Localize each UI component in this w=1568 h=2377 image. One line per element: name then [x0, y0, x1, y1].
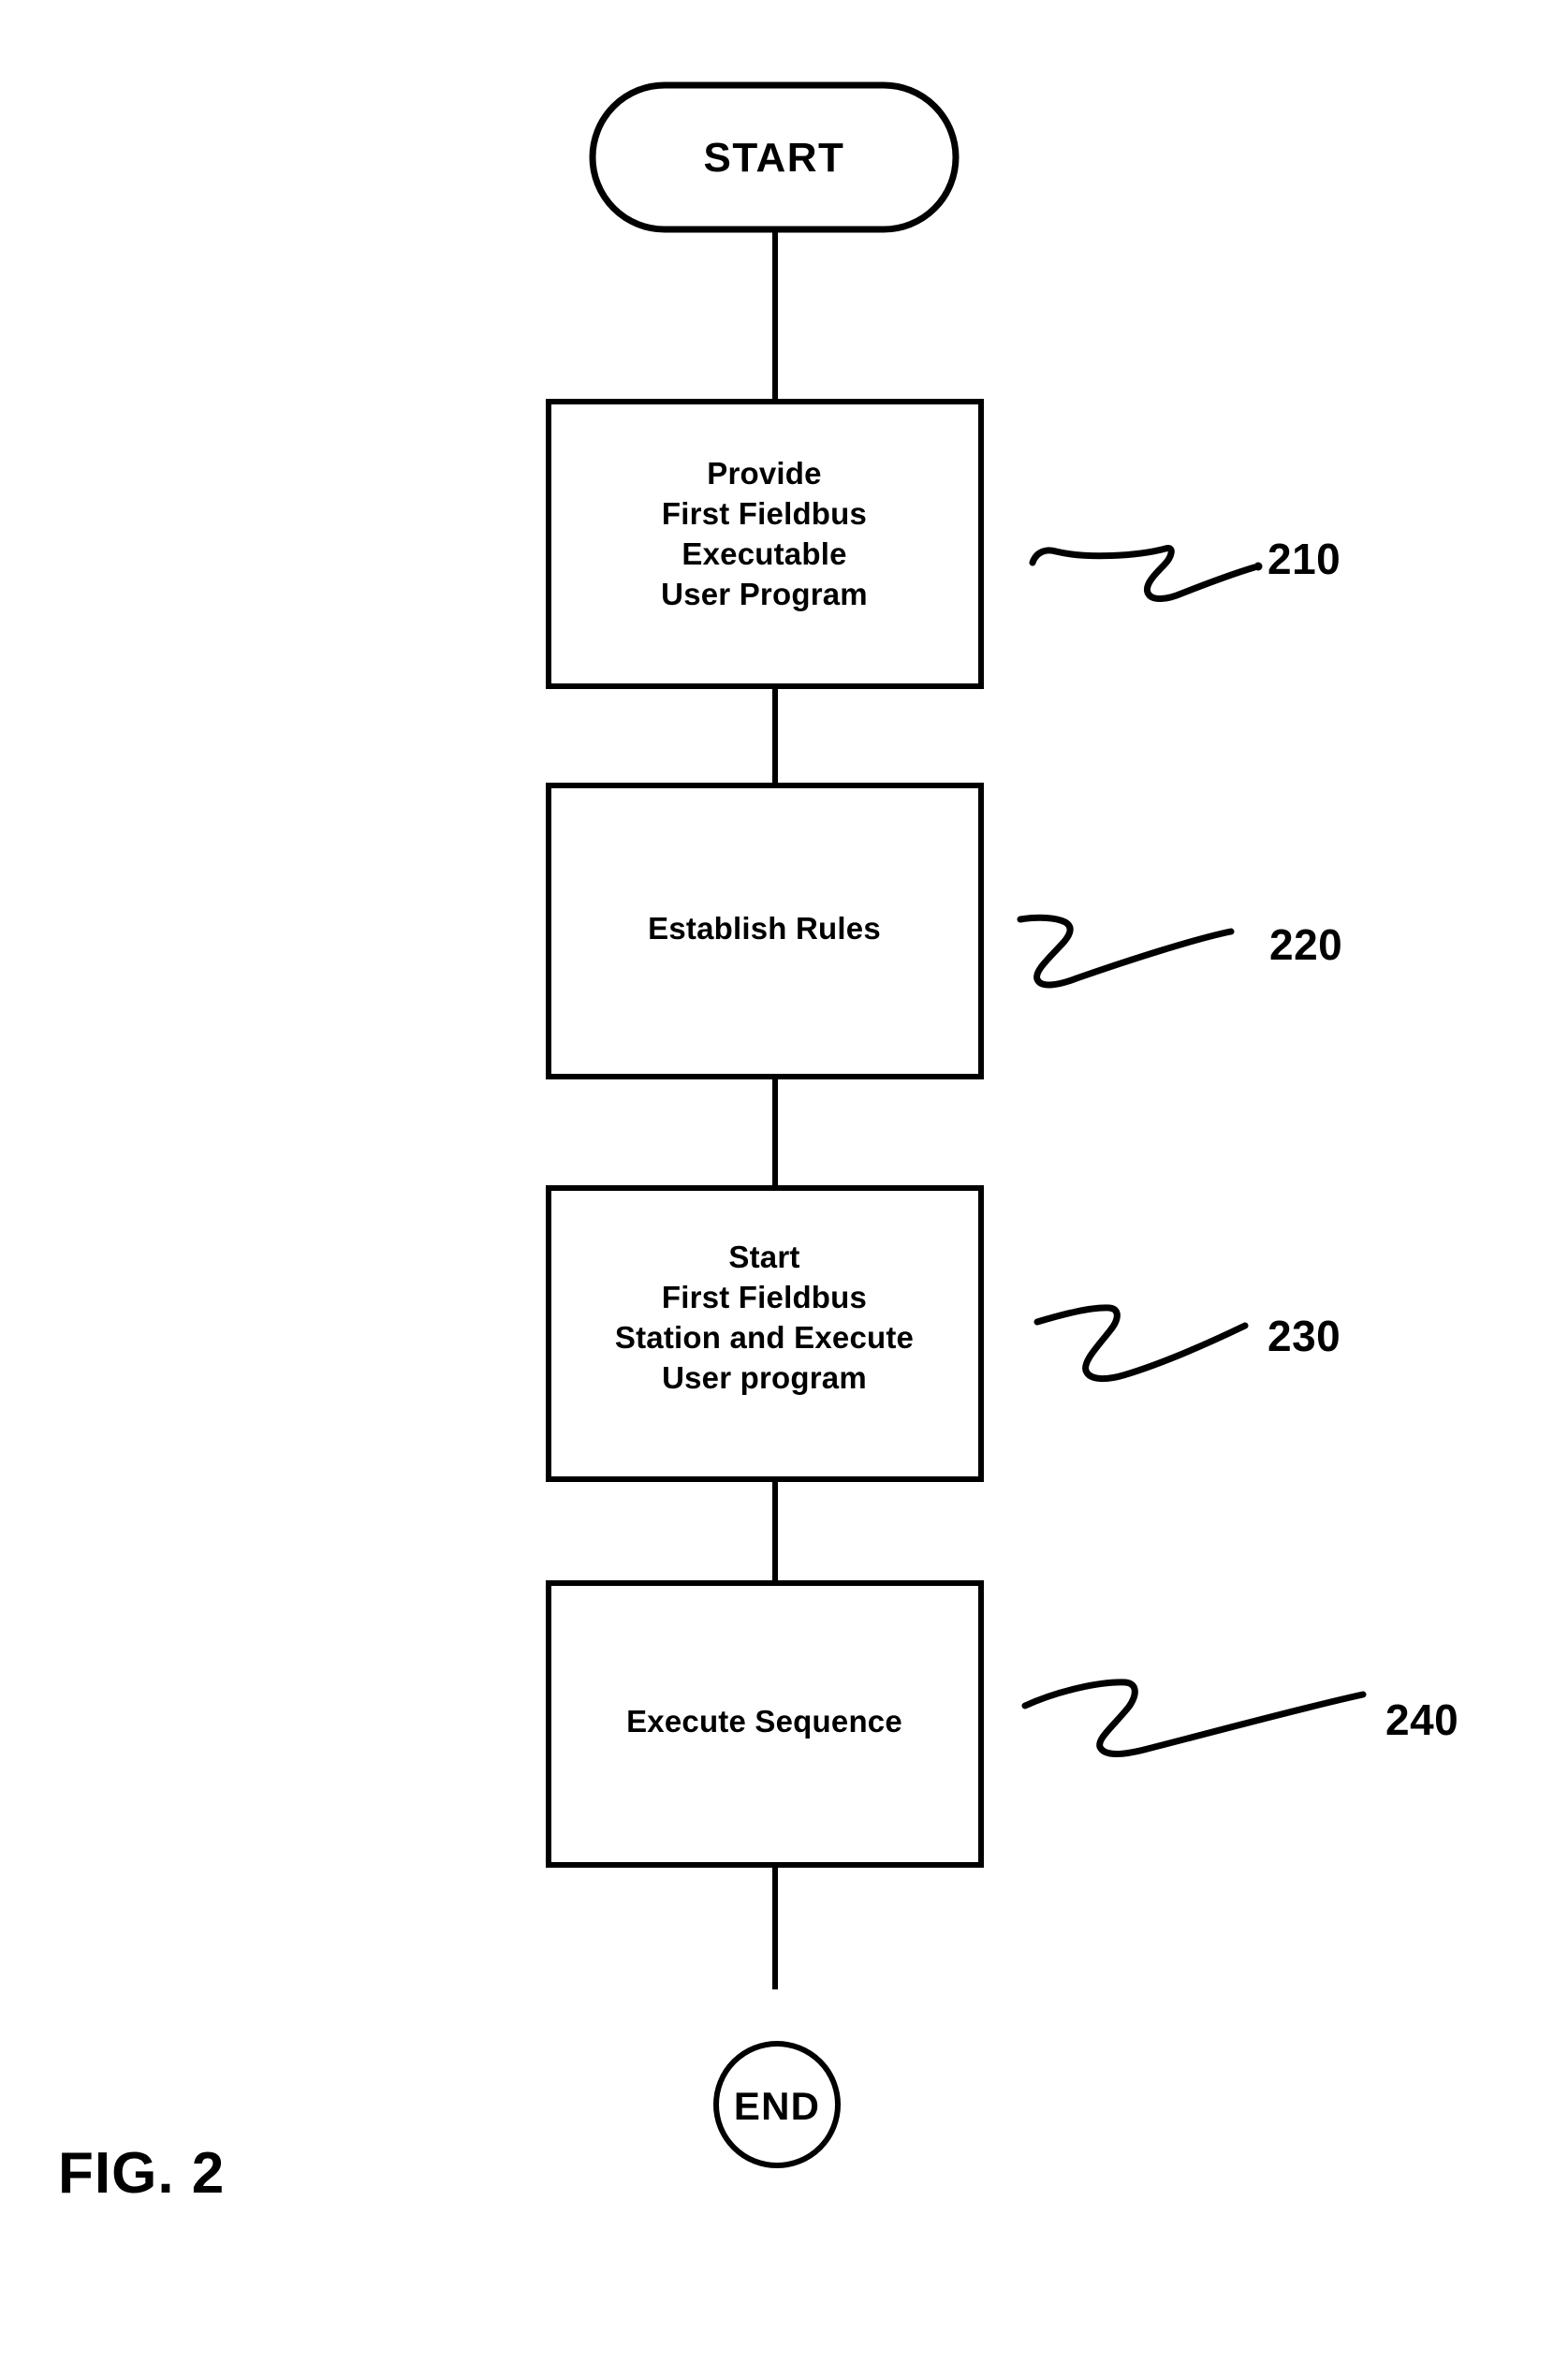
reference-numeral-220: 220 [1269, 920, 1343, 969]
reference-numeral-210: 210 [1268, 535, 1341, 583]
figure-caption: FIG. 2 [58, 2141, 226, 2206]
start-terminal-label: START [703, 135, 845, 181]
process-box-220-label: Establish Rules [648, 911, 881, 946]
leader-line-210-dot [1253, 562, 1263, 571]
leader-line-220 [1017, 914, 1235, 989]
process-box-210-label: Provide First Fieldbus Executable User P… [661, 456, 868, 611]
process-box-240-label: Execute Sequence [626, 1704, 902, 1739]
flowchart-canvas [546, 81, 1367, 2168]
end-terminal-label: END [733, 2084, 821, 2128]
process-box-230-label: Start First Fieldbus Station and Execute… [614, 1240, 915, 1395]
patent-figure-page: START Provide First Fieldbus Executable … [0, 0, 1568, 2377]
leader-line-210 [1029, 545, 1258, 602]
reference-numeral-230: 230 [1268, 1312, 1341, 1360]
reference-numeral-240: 240 [1385, 1695, 1459, 1744]
leader-line-230 [1033, 1304, 1249, 1383]
leader-line-240 [1021, 1679, 1367, 1757]
